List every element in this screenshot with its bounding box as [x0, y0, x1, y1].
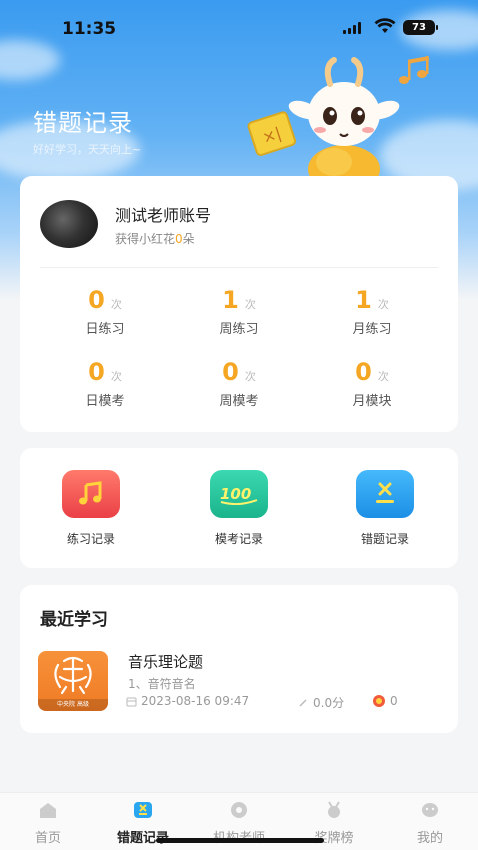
- stat-label: 月模块: [352, 394, 392, 409]
- teacher-name: 测试老师账号: [115, 206, 212, 225]
- medal-icon: [328, 801, 340, 818]
- stat-value: 0: [355, 358, 372, 386]
- wrong-record-icon: [134, 802, 152, 818]
- page-title: 错题记录: [33, 109, 133, 137]
- tab-label: 奖牌榜: [314, 831, 354, 846]
- tool-label: 模考记录: [214, 532, 263, 546]
- tool-label: 练习记录: [66, 532, 115, 546]
- course-date: 2023-08-16 09:47: [126, 694, 249, 708]
- tab-profile[interactable]: 我的: [385, 801, 475, 846]
- home-indicator: [156, 838, 324, 843]
- stat-unit: 次: [244, 298, 256, 311]
- teacher-icon: [231, 802, 247, 818]
- cellular-signal-icon: [343, 22, 361, 34]
- course-cover-tag: 中央院 高级: [38, 699, 108, 711]
- recent-learning-card: 最近学习 中央院 高级 音乐理论题 1、音符音名 2023-08-16 09:4…: [20, 585, 458, 733]
- pen-icon: [299, 699, 307, 707]
- stat-unit: 次: [110, 370, 122, 383]
- stat-unit: 次: [377, 298, 389, 311]
- stat-unit: 次: [377, 370, 389, 383]
- profile-stats-card: 测试老师账号 获得小红花0朵 0次 日练习 1次 周练习 1次 月练习 0次 日…: [20, 176, 458, 432]
- flower-suffix: 朵: [182, 232, 195, 246]
- section-title: 最近学习: [40, 610, 108, 630]
- status-bar: 11:35 73: [0, 0, 478, 56]
- wifi-icon: [374, 18, 396, 33]
- course-flowers: 0: [372, 694, 398, 708]
- course-date-text: 2023-08-16 09:47: [141, 694, 250, 708]
- status-time: 11:35: [62, 19, 117, 39]
- stat-label: 日模考: [85, 394, 125, 409]
- tab-label: 我的: [416, 831, 443, 846]
- stat-value: 0: [88, 286, 105, 314]
- stat-daily-mock[interactable]: 0次 日模考: [45, 358, 165, 409]
- profile-icon: [422, 803, 438, 817]
- course-flowers-text: 0: [390, 694, 398, 708]
- stat-monthly-mock[interactable]: 0次 月模块: [312, 358, 432, 409]
- course-cover-image[interactable]: 中央院 高级: [38, 651, 108, 711]
- tool-label: 错题记录: [360, 532, 409, 546]
- svg-text:100: 100: [220, 485, 251, 503]
- flower-summary: 获得小红花0朵: [115, 230, 195, 247]
- calendar-icon: [126, 697, 137, 706]
- stat-daily-practice[interactable]: 0次 日练习: [45, 286, 165, 337]
- stat-unit: 次: [110, 298, 122, 311]
- red-flower-icon: [373, 695, 385, 707]
- stat-weekly-practice[interactable]: 1次 周练习: [179, 286, 299, 337]
- home-icon: [40, 803, 56, 818]
- tab-label: 首页: [34, 831, 61, 846]
- page-subtitle: 好好学习，天天向上~: [33, 143, 142, 156]
- stat-label: 月练习: [352, 322, 392, 337]
- wrong-answer-record-button[interactable]: 错题记录: [325, 470, 445, 547]
- divider: [40, 267, 438, 268]
- stat-value: 1: [355, 286, 372, 314]
- practice-record-button[interactable]: 练习记录: [31, 470, 151, 547]
- stat-monthly-practice[interactable]: 1次 月练习: [312, 286, 432, 337]
- stat-value: 1: [222, 286, 239, 314]
- wrong-answer-icon: [356, 470, 414, 518]
- course-score-text: 0.0分: [313, 696, 345, 710]
- course-subtitle: 1、音符音名: [128, 677, 196, 691]
- tab-label: 错题记录: [116, 831, 169, 846]
- stat-label: 日练习: [85, 322, 125, 337]
- flower-prefix: 获得小红花: [115, 232, 176, 246]
- record-shortcuts-card: 练习记录 100 模考记录 错题记录: [20, 448, 458, 568]
- stat-label: 周模考: [219, 394, 259, 409]
- avatar[interactable]: [40, 200, 98, 248]
- battery-icon: 73: [403, 20, 438, 35]
- score-100-icon: 100: [210, 470, 268, 518]
- stat-weekly-mock[interactable]: 0次 周模考: [179, 358, 299, 409]
- tab-home[interactable]: 首页: [3, 801, 93, 846]
- stat-value: 0: [88, 358, 105, 386]
- tab-label: 机构老师: [194, 827, 284, 846]
- flower-count: 0: [175, 232, 183, 246]
- course-score: 0.0分: [298, 694, 344, 711]
- stat-unit: 次: [244, 370, 256, 383]
- mock-exam-record-button[interactable]: 100 模考记录: [179, 470, 299, 547]
- stat-label: 周练习: [219, 322, 259, 337]
- course-logo-icon: [54, 656, 92, 695]
- music-note-icon: [62, 470, 120, 518]
- course-title[interactable]: 音乐理论题: [128, 651, 203, 672]
- stat-value: 0: [222, 358, 239, 386]
